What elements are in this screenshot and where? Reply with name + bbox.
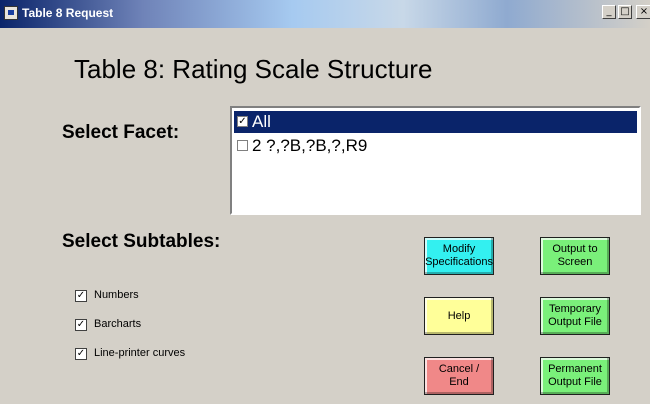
temporary-output-file-button[interactable]: Temporary Output File [540, 297, 610, 335]
facet-checkbox-all[interactable]: ✓ [237, 116, 248, 127]
line-printer-curves-checkbox[interactable]: ✓ [75, 348, 87, 360]
close-button[interactable]: × [636, 5, 650, 19]
app-icon [4, 6, 18, 20]
numbers-checkbox[interactable]: ✓ [75, 290, 87, 302]
select-subtables-label: Select Subtables: [62, 231, 221, 252]
barcharts-checkbox[interactable]: ✓ [75, 319, 87, 331]
dialog-heading: Table 8: Rating Scale Structure [74, 54, 433, 84]
facet-item-label: All [252, 112, 271, 131]
cancel-end-button[interactable]: Cancel / End [424, 357, 494, 395]
modify-specifications-button[interactable]: Modify Specifications [424, 237, 494, 275]
barcharts-label: Barcharts [94, 318, 142, 330]
facet-listbox[interactable]: ✓ All 2 ?,?B,?B,?,R9 [230, 106, 641, 215]
select-facet-label: Select Facet: [62, 122, 180, 143]
facet-checkbox-2[interactable] [237, 140, 248, 151]
maximize-button[interactable]: □ [618, 5, 632, 19]
facet-item-2[interactable]: 2 ?,?B,?B,?,R9 [234, 135, 637, 157]
minimize-button[interactable]: _ [602, 5, 616, 19]
help-button[interactable]: Help [424, 297, 494, 335]
line-printer-curves-label: Line-printer curves [94, 347, 186, 359]
dialog-window: Table 8 Request _ □ × Table 8: Rating Sc… [0, 0, 650, 404]
window-title: Table 8 Request [22, 6, 114, 20]
facet-item-all[interactable]: ✓ All [234, 111, 637, 133]
facet-item-label: 2 ?,?B,?B,?,R9 [252, 136, 368, 155]
output-to-screen-button[interactable]: Output to Screen [540, 237, 610, 275]
permanent-output-file-button[interactable]: Permanent Output File [540, 357, 610, 395]
numbers-label: Numbers [94, 289, 139, 301]
title-bar[interactable]: Table 8 Request _ □ × [0, 0, 650, 28]
